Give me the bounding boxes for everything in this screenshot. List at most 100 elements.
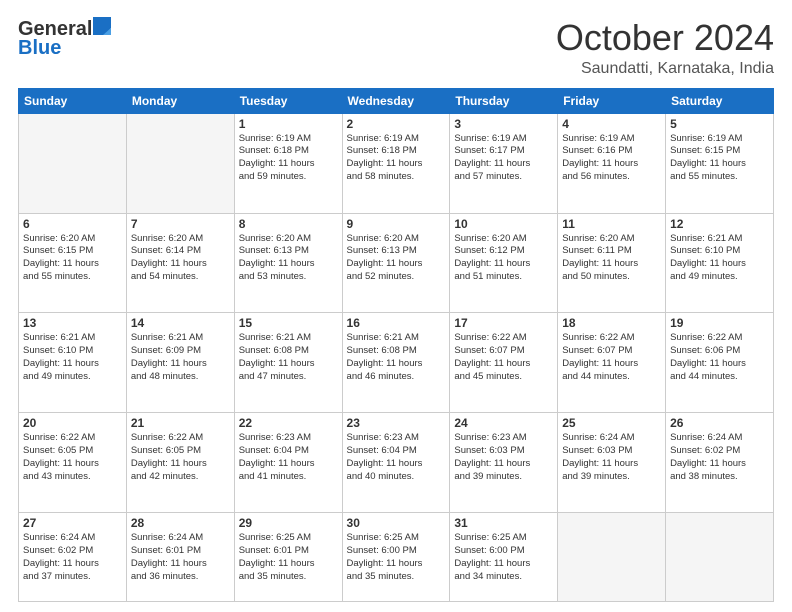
calendar-week-4: 27 Sunrise: 6:24 AM Sunset: 6:02 PM Dayli… [19, 513, 774, 602]
day-info: Sunrise: 6:22 AM Sunset: 6:05 PM Dayligh… [131, 432, 230, 483]
day-number: 24 [454, 416, 553, 430]
day-number: 30 [347, 516, 446, 530]
page: General Blue October 2024 Saundatti, Kar… [0, 0, 792, 612]
logo: General Blue [18, 18, 111, 60]
day-number: 8 [239, 217, 338, 231]
calendar-cell: 9 Sunrise: 6:20 AM Sunset: 6:13 PM Daylig… [342, 213, 450, 313]
calendar-week-0: 1 Sunrise: 6:19 AM Sunset: 6:18 PM Daylig… [19, 113, 774, 213]
calendar-cell: 14 Sunrise: 6:21 AM Sunset: 6:09 PM Dayli… [126, 313, 234, 413]
calendar-cell: 20Sunrise: 6:22 AM Sunset: 6:05 PM Dayli… [19, 413, 127, 513]
day-info: Sunrise: 6:19 AM Sunset: 6:16 PM Dayligh… [562, 133, 661, 184]
day-info: Sunrise: 6:20 AM Sunset: 6:11 PM Dayligh… [562, 233, 661, 284]
day-number: 10 [454, 217, 553, 231]
day-number: 27 [23, 516, 122, 530]
calendar-cell: 8 Sunrise: 6:20 AM Sunset: 6:13 PM Daylig… [234, 213, 342, 313]
day-info: Sunrise: 6:25 AM Sunset: 6:00 PM Dayligh… [347, 532, 446, 583]
day-number: 21 [131, 416, 230, 430]
calendar-cell: 30 Sunrise: 6:25 AM Sunset: 6:00 PM Dayli… [342, 513, 450, 602]
day-number: 7 [131, 217, 230, 231]
calendar-cell [19, 113, 127, 213]
day-info: Sunrise: 6:20 AM Sunset: 6:13 PM Dayligh… [239, 233, 338, 284]
day-info: Sunrise: 6:24 AM Sunset: 6:02 PM Dayligh… [23, 532, 122, 583]
calendar-cell: 22 Sunrise: 6:23 AM Sunset: 6:04 PM Dayli… [234, 413, 342, 513]
day-info: Sunrise: 6:19 AM Sunset: 6:15 PM Dayligh… [670, 133, 769, 184]
day-info: Sunrise: 6:22 AM Sunset: 6:07 PM Dayligh… [454, 332, 553, 383]
day-info: Sunrise: 6:22 AM Sunset: 6:07 PM Dayligh… [562, 332, 661, 383]
day-info: Sunrise: 6:21 AM Sunset: 6:08 PM Dayligh… [239, 332, 338, 383]
day-info: Sunrise: 6:25 AM Sunset: 6:01 PM Dayligh… [239, 532, 338, 583]
calendar-cell: 31Sunrise: 6:25 AM Sunset: 6:00 PM Dayli… [450, 513, 558, 602]
calendar-cell: 10 Sunrise: 6:20 AM Sunset: 6:12 PM Dayli… [450, 213, 558, 313]
day-number: 28 [131, 516, 230, 530]
calendar-cell [558, 513, 666, 602]
day-info: Sunrise: 6:21 AM Sunset: 6:08 PM Dayligh… [347, 332, 446, 383]
title-section: October 2024 Saundatti, Karnataka, India [556, 18, 774, 78]
day-info: Sunrise: 6:22 AM Sunset: 6:05 PM Dayligh… [23, 432, 122, 483]
day-number: 17 [454, 316, 553, 330]
day-number: 31 [454, 516, 553, 530]
day-number: 19 [670, 316, 769, 330]
day-info: Sunrise: 6:19 AM Sunset: 6:18 PM Dayligh… [239, 133, 338, 184]
calendar-cell [666, 513, 774, 602]
day-number: 14 [131, 316, 230, 330]
logo-icon [93, 17, 111, 35]
day-info: Sunrise: 6:21 AM Sunset: 6:09 PM Dayligh… [131, 332, 230, 383]
day-info: Sunrise: 6:21 AM Sunset: 6:10 PM Dayligh… [670, 233, 769, 284]
calendar-table: Sunday Monday Tuesday Wednesday Thursday… [18, 88, 774, 602]
day-info: Sunrise: 6:20 AM Sunset: 6:12 PM Dayligh… [454, 233, 553, 284]
calendar-cell: 13Sunrise: 6:21 AM Sunset: 6:10 PM Dayli… [19, 313, 127, 413]
calendar-cell: 28 Sunrise: 6:24 AM Sunset: 6:01 PM Dayli… [126, 513, 234, 602]
day-number: 1 [239, 117, 338, 131]
day-info: Sunrise: 6:19 AM Sunset: 6:18 PM Dayligh… [347, 133, 446, 184]
day-number: 6 [23, 217, 122, 231]
col-monday: Monday [126, 88, 234, 113]
calendar-cell: 7Sunrise: 6:20 AM Sunset: 6:14 PM Daylig… [126, 213, 234, 313]
calendar-cell: 16 Sunrise: 6:21 AM Sunset: 6:08 PM Dayli… [342, 313, 450, 413]
day-number: 29 [239, 516, 338, 530]
calendar-week-2: 13Sunrise: 6:21 AM Sunset: 6:10 PM Dayli… [19, 313, 774, 413]
calendar-cell: 15 Sunrise: 6:21 AM Sunset: 6:08 PM Dayli… [234, 313, 342, 413]
day-number: 23 [347, 416, 446, 430]
calendar-cell: 2 Sunrise: 6:19 AM Sunset: 6:18 PM Daylig… [342, 113, 450, 213]
col-sunday: Sunday [19, 88, 127, 113]
day-info: Sunrise: 6:24 AM Sunset: 6:01 PM Dayligh… [131, 532, 230, 583]
day-number: 5 [670, 117, 769, 131]
col-tuesday: Tuesday [234, 88, 342, 113]
day-number: 12 [670, 217, 769, 231]
day-info: Sunrise: 6:23 AM Sunset: 6:04 PM Dayligh… [347, 432, 446, 483]
col-thursday: Thursday [450, 88, 558, 113]
calendar-cell: 4 Sunrise: 6:19 AM Sunset: 6:16 PM Daylig… [558, 113, 666, 213]
day-info: Sunrise: 6:20 AM Sunset: 6:13 PM Dayligh… [347, 233, 446, 284]
logo-blue: Blue [18, 37, 61, 60]
day-info: Sunrise: 6:23 AM Sunset: 6:04 PM Dayligh… [239, 432, 338, 483]
calendar-cell: 11 Sunrise: 6:20 AM Sunset: 6:11 PM Dayli… [558, 213, 666, 313]
calendar-cell [126, 113, 234, 213]
calendar-cell: 5 Sunrise: 6:19 AM Sunset: 6:15 PM Daylig… [666, 113, 774, 213]
day-info: Sunrise: 6:20 AM Sunset: 6:15 PM Dayligh… [23, 233, 122, 284]
calendar-cell: 12 Sunrise: 6:21 AM Sunset: 6:10 PM Dayli… [666, 213, 774, 313]
calendar-header-row: Sunday Monday Tuesday Wednesday Thursday… [19, 88, 774, 113]
calendar-cell: 27 Sunrise: 6:24 AM Sunset: 6:02 PM Dayli… [19, 513, 127, 602]
location-title: Saundatti, Karnataka, India [556, 60, 774, 78]
day-number: 3 [454, 117, 553, 131]
day-info: Sunrise: 6:22 AM Sunset: 6:06 PM Dayligh… [670, 332, 769, 383]
day-number: 4 [562, 117, 661, 131]
calendar-cell: 18Sunrise: 6:22 AM Sunset: 6:07 PM Dayli… [558, 313, 666, 413]
day-number: 26 [670, 416, 769, 430]
day-number: 15 [239, 316, 338, 330]
calendar-cell: 21 Sunrise: 6:22 AM Sunset: 6:05 PM Dayli… [126, 413, 234, 513]
calendar-cell: 25Sunrise: 6:24 AM Sunset: 6:03 PM Dayli… [558, 413, 666, 513]
day-number: 25 [562, 416, 661, 430]
calendar-cell: 29 Sunrise: 6:25 AM Sunset: 6:01 PM Dayli… [234, 513, 342, 602]
header: General Blue October 2024 Saundatti, Kar… [18, 18, 774, 78]
calendar-cell: 3Sunrise: 6:19 AM Sunset: 6:17 PM Daylig… [450, 113, 558, 213]
calendar-week-3: 20Sunrise: 6:22 AM Sunset: 6:05 PM Dayli… [19, 413, 774, 513]
day-number: 11 [562, 217, 661, 231]
day-number: 16 [347, 316, 446, 330]
day-number: 2 [347, 117, 446, 131]
month-title: October 2024 [556, 18, 774, 58]
day-number: 9 [347, 217, 446, 231]
day-number: 22 [239, 416, 338, 430]
calendar-cell: 19 Sunrise: 6:22 AM Sunset: 6:06 PM Dayli… [666, 313, 774, 413]
calendar-cell: 17 Sunrise: 6:22 AM Sunset: 6:07 PM Dayli… [450, 313, 558, 413]
